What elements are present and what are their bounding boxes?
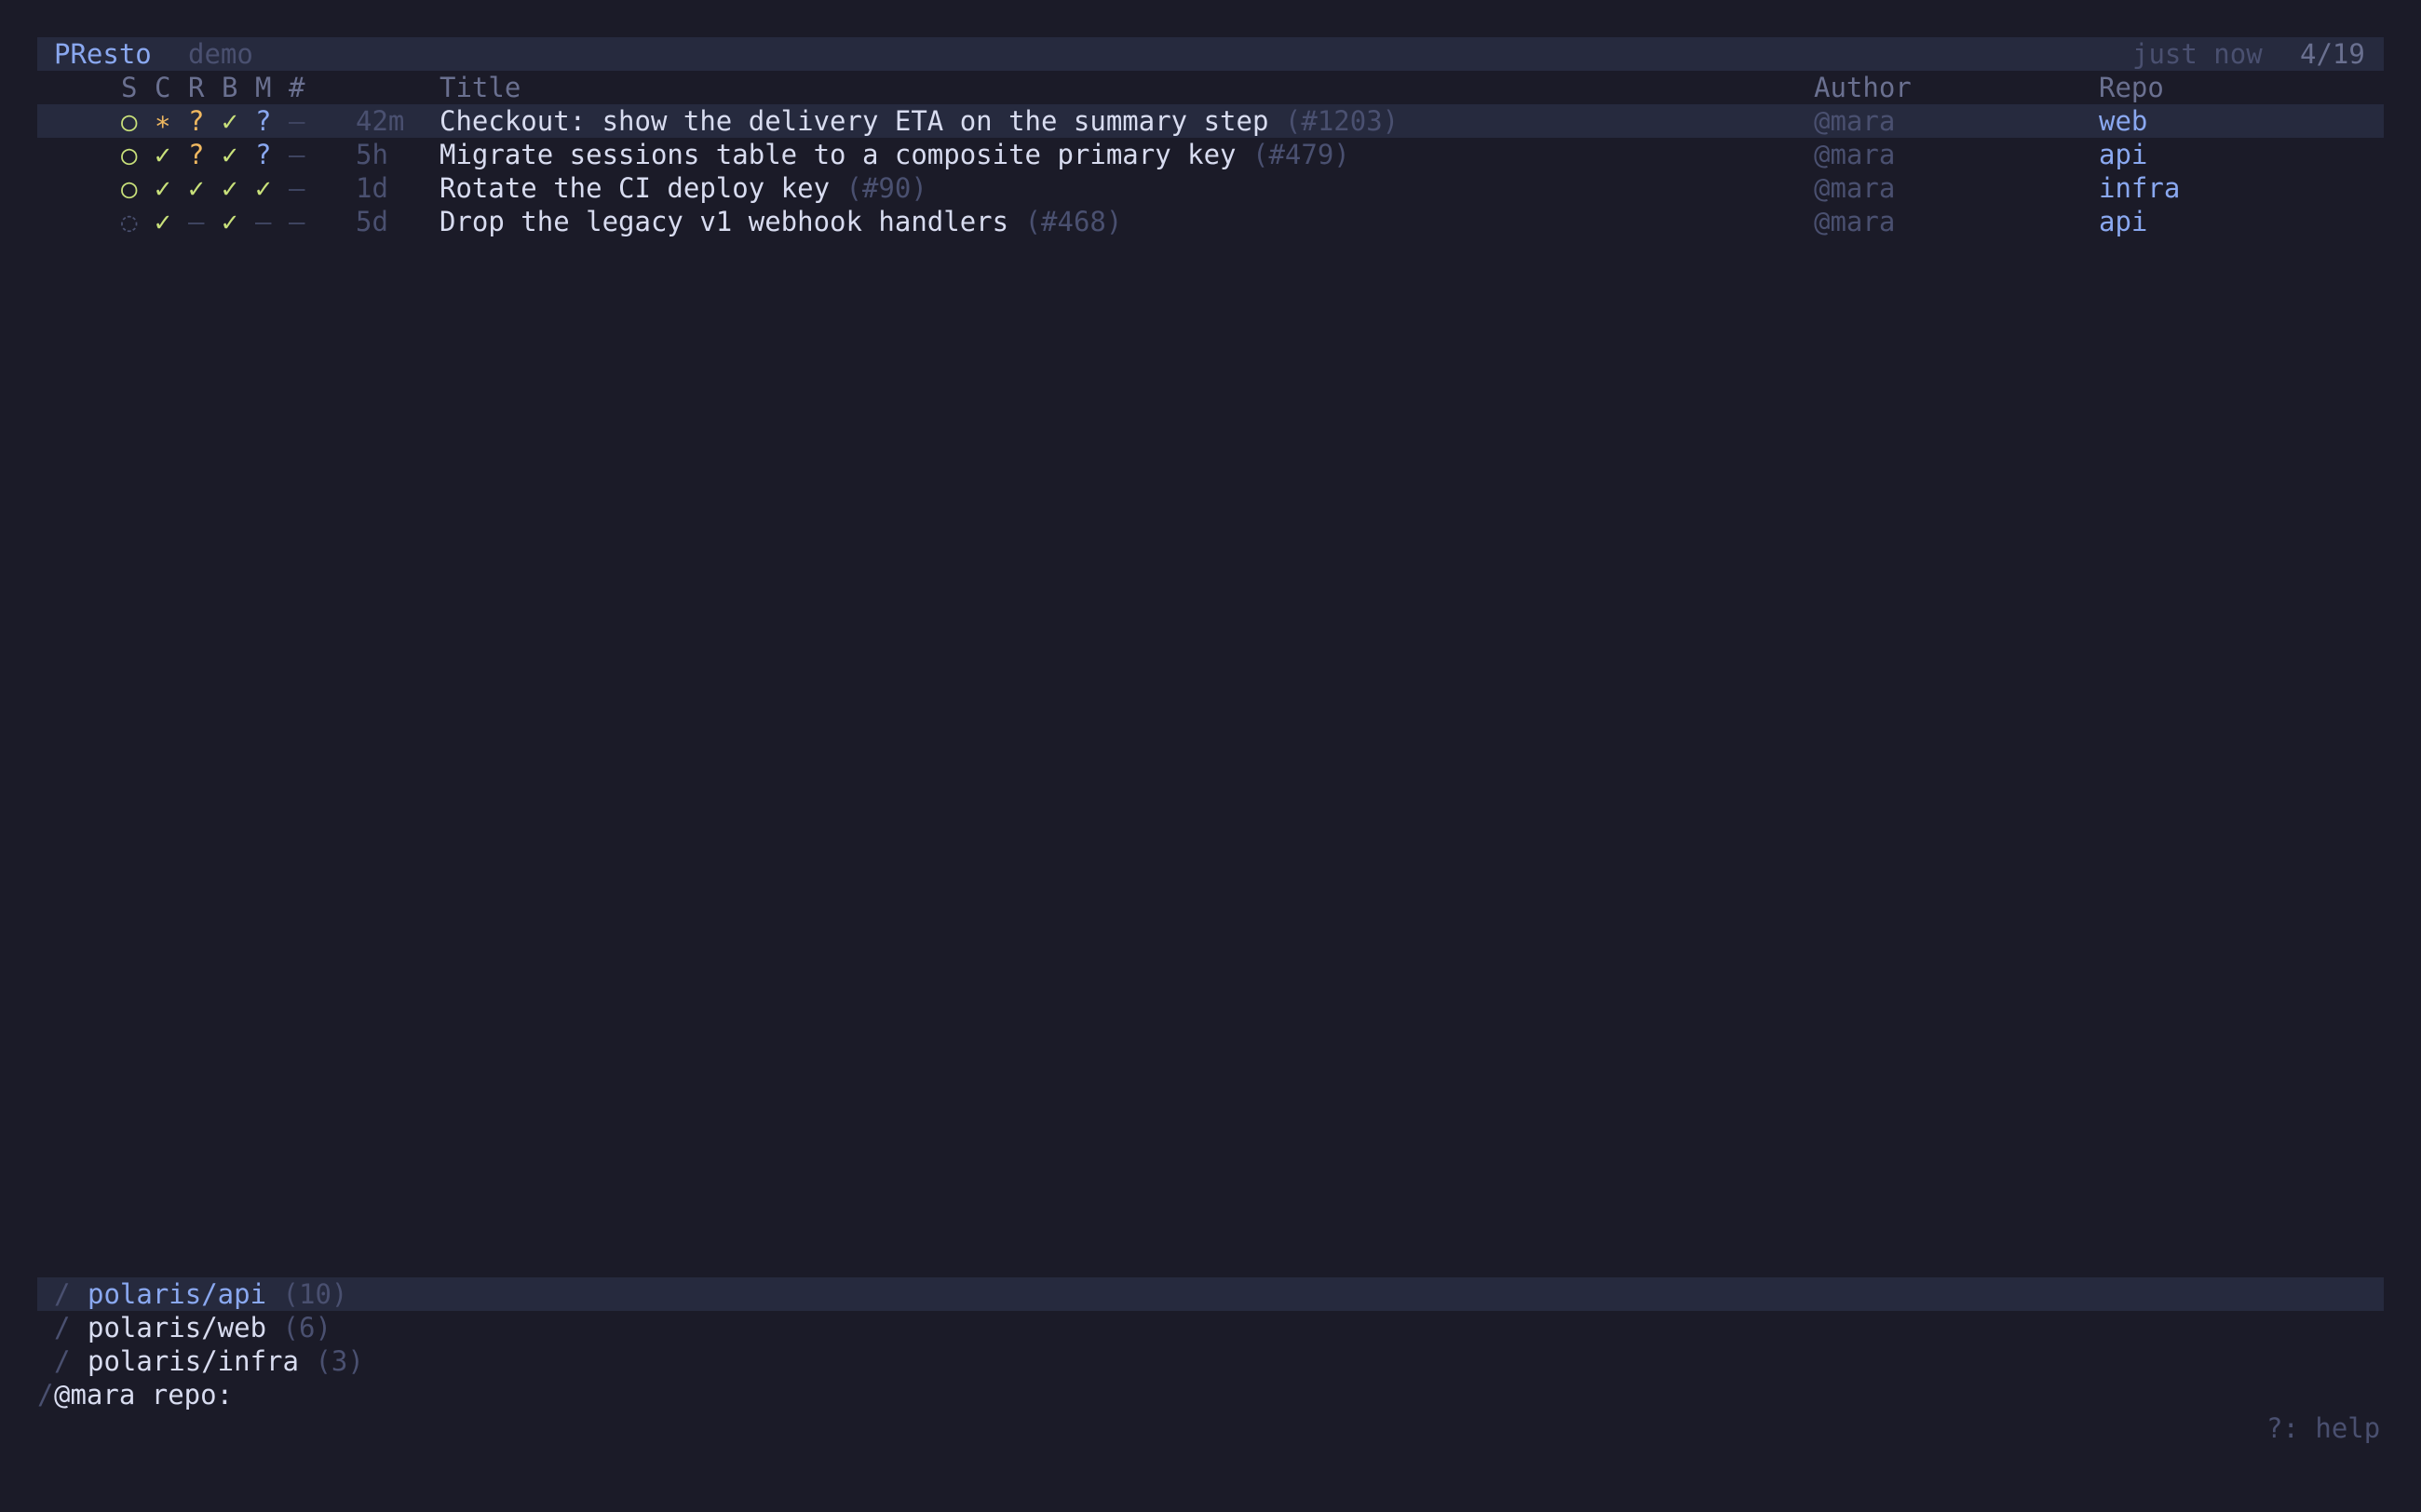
- status-c-icon: ✓: [155, 206, 171, 237]
- status-s-icon: ○: [121, 139, 138, 170]
- header-bar: PResto demo just now 4/19: [37, 37, 2384, 71]
- suggestion-item[interactable]: / polaris/web (6): [37, 1311, 2384, 1344]
- status-b-icon: ✓: [222, 172, 238, 204]
- suggestion-text: polaris/infra (3): [88, 1344, 364, 1378]
- row-pr-number: (#479): [1251, 139, 1350, 170]
- suggestion-name: polaris/api: [88, 1278, 267, 1310]
- col-m: M: [255, 72, 272, 103]
- row-pr-number: (#1203): [1284, 105, 1400, 137]
- row-repo: infra: [2099, 172, 2181, 204]
- col-author: Author: [1814, 72, 1912, 103]
- row-pr-number: (#90): [845, 172, 927, 204]
- status-s-icon: ○: [121, 105, 138, 137]
- status-r-icon: ?: [188, 105, 205, 137]
- col-r: R: [188, 72, 205, 103]
- row-age: 1d: [356, 172, 388, 204]
- col-c: C: [155, 72, 171, 103]
- status-s-icon: ◌: [121, 206, 138, 237]
- col-b: B: [222, 72, 238, 103]
- suggestion-text: polaris/api (10): [88, 1277, 347, 1311]
- status-b-icon: ✓: [222, 206, 238, 237]
- table-row[interactable]: ○ ∗? ✓? –42m Checkout: show the delivery ETA…: [37, 104, 2384, 138]
- table-row[interactable]: ◌ ✓ – ✓ – –5d Drop the legacy v1 webhook handl…: [37, 205, 2384, 238]
- status-num-icon: –: [289, 206, 305, 237]
- row-age: 5d: [356, 206, 388, 237]
- row-title-cell: Checkout: show the delivery ETA on the s…: [440, 104, 1399, 138]
- col-repo: Repo: [2099, 72, 2164, 103]
- status-num-icon: –: [289, 105, 305, 137]
- suggestion-item[interactable]: / polaris/api (10): [37, 1277, 2384, 1311]
- row-age: 42m: [356, 105, 405, 137]
- status-s-icon: ○: [121, 172, 138, 204]
- row-repo: web: [2099, 105, 2148, 137]
- status-b-icon: ✓: [222, 139, 238, 170]
- suggestion-slash: /: [54, 1345, 71, 1377]
- status-c-icon: ✓: [155, 139, 171, 170]
- footer-bar: ?: help: [37, 1411, 2384, 1445]
- search-input[interactable]: @mara repo:: [54, 1378, 233, 1411]
- row-author: @mara: [1814, 206, 1896, 237]
- row-repo: api: [2099, 206, 2148, 237]
- suggestion-count: (3): [315, 1345, 364, 1377]
- suggestion-slash: /: [54, 1312, 71, 1343]
- suggestion-slash: /: [54, 1278, 71, 1310]
- row-title: Migrate sessions table to a composite pr…: [440, 139, 1237, 170]
- row-author: @mara: [1814, 105, 1896, 137]
- status-b-icon: ✓: [222, 105, 238, 137]
- prompt-line[interactable]: / @mara repo:: [37, 1378, 2384, 1411]
- suggestion-item[interactable]: / polaris/infra (3): [37, 1344, 2384, 1378]
- status-num-icon: –: [289, 172, 305, 204]
- prompt-slash: /: [37, 1379, 54, 1411]
- updated-label: just now: [2132, 38, 2263, 70]
- status-c-icon: ✓: [155, 172, 171, 204]
- status-r-icon: ✓: [188, 172, 205, 204]
- row-title: Drop the legacy v1 webhook handlers: [440, 206, 1009, 237]
- help-hint: ?: help: [2266, 1412, 2381, 1444]
- status-m-icon: ?: [255, 105, 272, 137]
- status-r-icon: ?: [188, 139, 205, 170]
- suggestion-text: polaris/web (6): [88, 1311, 331, 1344]
- status-m-icon: ?: [255, 139, 272, 170]
- status-num-icon: –: [289, 139, 305, 170]
- status-r-icon: –: [188, 206, 205, 237]
- mode-label: demo: [188, 38, 253, 70]
- table-row[interactable]: ○ ✓ ✓ ✓ ✓ –1d Rotate the CI deploy key (#90) @m…: [37, 171, 2384, 205]
- table-row[interactable]: ○ ✓? ✓? –5h Migrate sessions table to a comp…: [37, 138, 2384, 171]
- suggestion-count: (10): [282, 1278, 348, 1310]
- suggestion-name: polaris/infra: [88, 1345, 299, 1377]
- column-header: S C R B M # Title Author Repo: [37, 71, 2384, 104]
- row-title-cell: Migrate sessions table to a composite pr…: [440, 138, 1350, 171]
- row-author: @mara: [1814, 139, 1896, 170]
- result-count: 4/19: [2300, 38, 2365, 70]
- status-c-icon: ∗: [155, 105, 171, 137]
- row-author: @mara: [1814, 172, 1896, 204]
- status-m-icon: –: [255, 206, 272, 237]
- row-pr-number: (#468): [1024, 206, 1123, 237]
- suggestion-name: polaris/web: [88, 1312, 267, 1343]
- status-m-icon: ✓: [255, 172, 272, 204]
- col-title: Title: [440, 72, 521, 103]
- terminal-screen: PResto demo just now 4/19 S C R B M # Ti…: [37, 37, 2384, 1452]
- row-title: Rotate the CI deploy key: [440, 172, 831, 204]
- row-age: 5h: [356, 139, 388, 170]
- row-title: Checkout: show the delivery ETA on the s…: [440, 105, 1269, 137]
- row-title-cell: Drop the legacy v1 webhook handlers (#46…: [440, 205, 1122, 238]
- col-num: #: [289, 72, 305, 103]
- row-title-cell: Rotate the CI deploy key (#90): [440, 171, 927, 205]
- row-repo: api: [2099, 139, 2148, 170]
- app-name: PResto: [54, 38, 152, 70]
- suggestion-count: (6): [282, 1312, 331, 1343]
- col-s: S: [121, 72, 138, 103]
